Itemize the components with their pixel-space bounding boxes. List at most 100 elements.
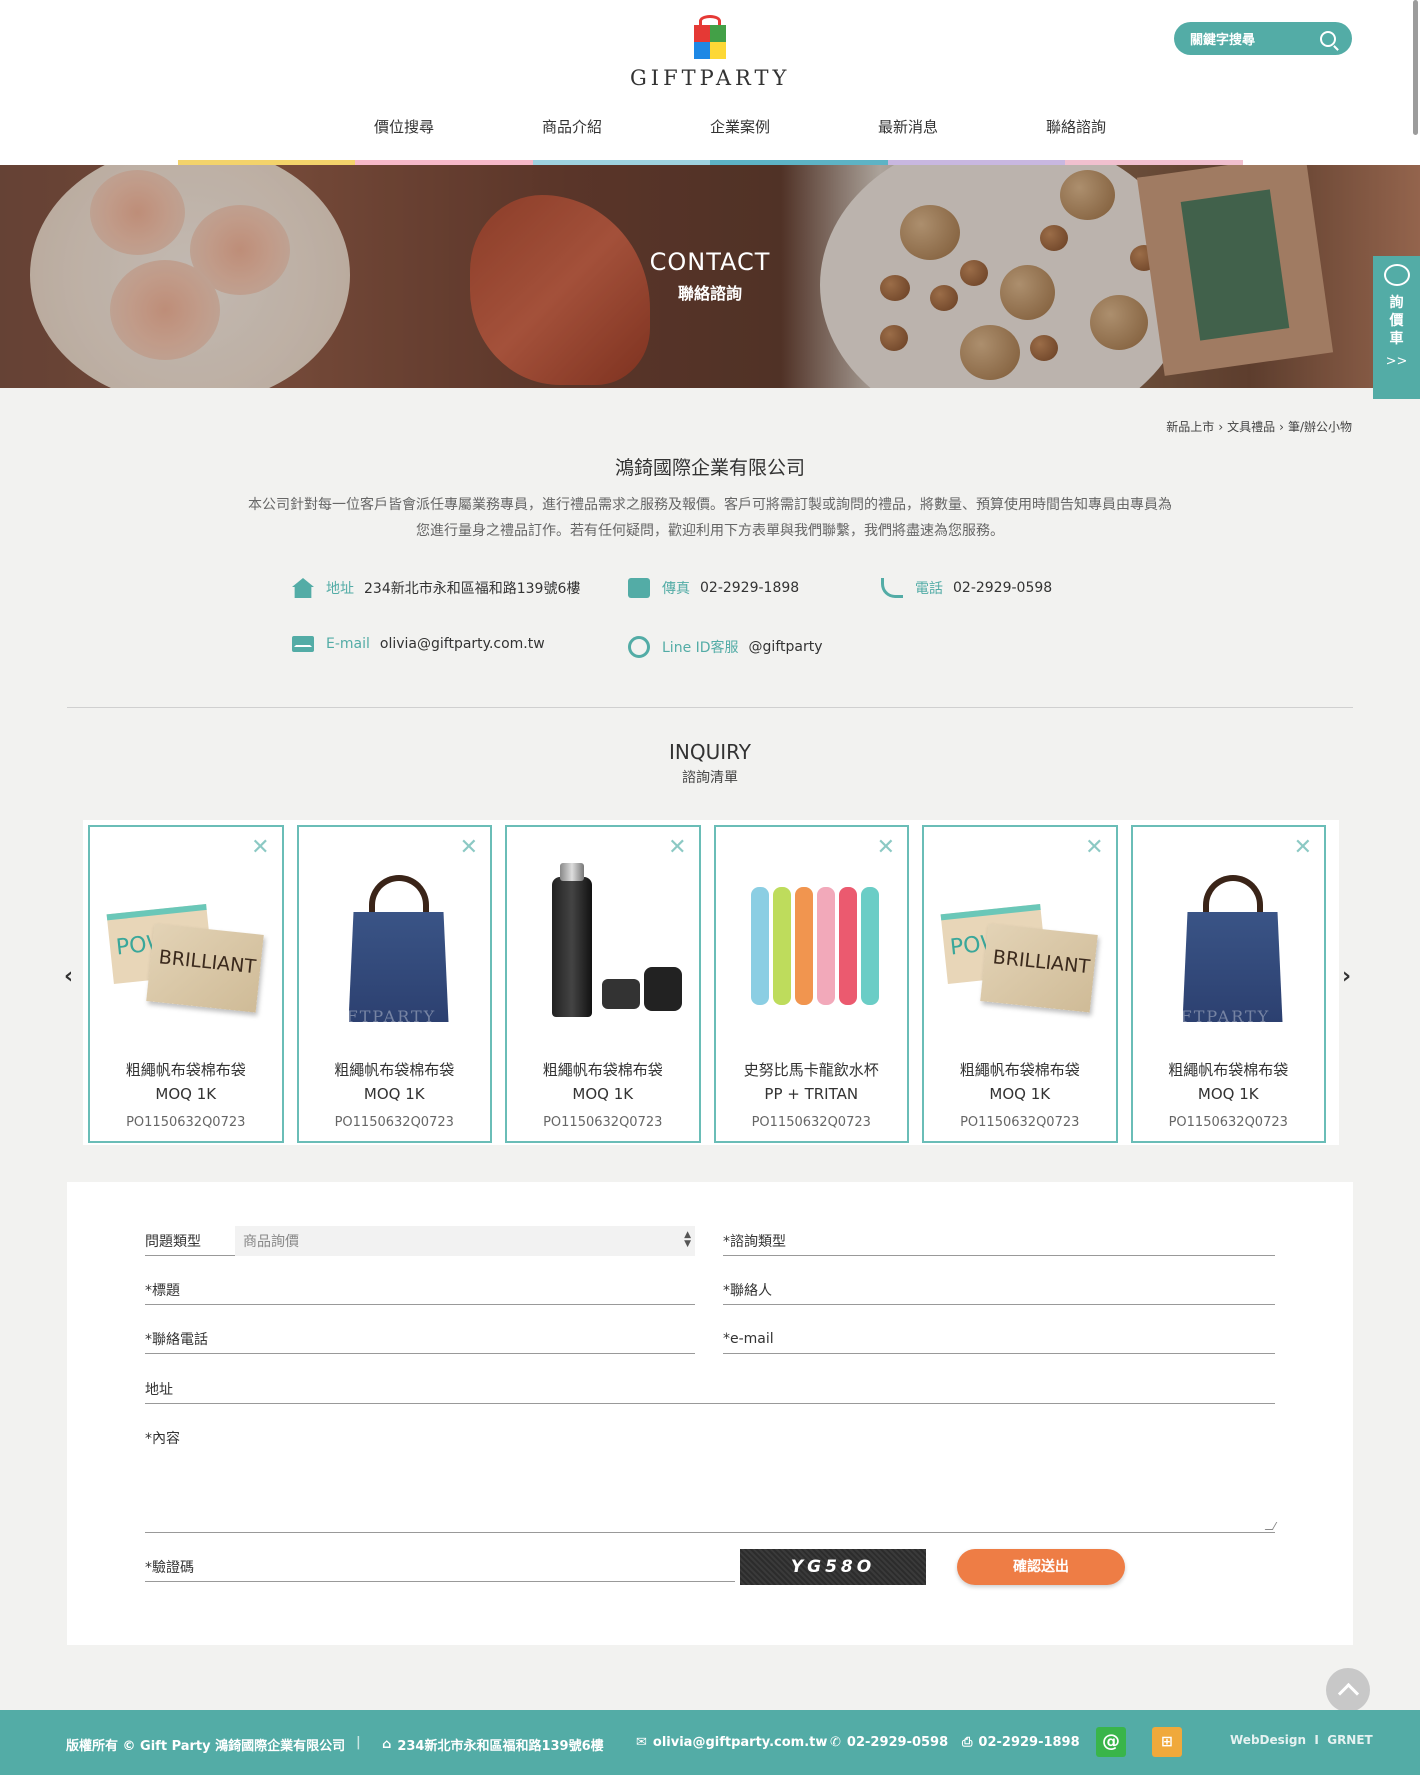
breadcrumb-item[interactable]: 新品上市 <box>1166 420 1214 434</box>
fax-value: 02-2929-1898 <box>700 580 800 596</box>
mail-icon: ✉ <box>636 1735 647 1750</box>
contact-email: E-mail olivia@giftparty.com.tw <box>292 636 545 652</box>
product-moq: MOQ 1K <box>989 1085 1051 1103</box>
page-scrollbar[interactable] <box>1411 0 1420 160</box>
nav-price-search[interactable]: 價位搜尋 <box>320 116 488 137</box>
inquiry-card[interactable]: ✕ 史努比馬卡龍飲水杯 PP + TRITAN PO1150632Q0723 <box>713 825 909 1143</box>
email-field[interactable]: *e-mail <box>723 1324 1275 1354</box>
inquiry-card[interactable]: ✕ POW BRILLIANT 粗繩帆布袋棉布袋 MOQ 1K PO1150632Q072… <box>922 825 1118 1143</box>
credit-separator: I <box>1314 1733 1319 1747</box>
product-name: 粗繩帆布袋棉布袋 <box>1168 1061 1289 1079</box>
product-moq: MOQ 1K <box>363 1085 425 1103</box>
inquiry-type-field[interactable]: *諮詢類型 <box>723 1226 1275 1256</box>
inquiry-card[interactable]: ✕ GIFTPARTY 粗繩帆布袋棉布袋 MOQ 1K PO1150632Q0723 <box>296 825 492 1143</box>
resize-grip-icon[interactable] <box>1264 1522 1278 1530</box>
banner-title: CONTACT 聯絡諮詢 <box>0 248 1420 304</box>
product-image: POW BRILLIANT <box>105 867 268 1027</box>
nav-products[interactable]: 商品介紹 <box>488 116 656 137</box>
product-code: PO1150632Q0723 <box>543 1115 663 1130</box>
chat-bubble-icon <box>1383 264 1410 286</box>
product-image: POW BRILLIANT <box>939 867 1102 1027</box>
title-field[interactable]: *標題 <box>145 1275 695 1305</box>
carousel-prev-arrow-icon[interactable]: ‹ <box>64 964 73 989</box>
logo-text: GIFTPARTY <box>630 66 791 90</box>
pouch-text-front: BRILLIANT <box>157 946 257 979</box>
site-footer: 版權所有 © Gift Party 鴻錡國際企業有限公司 | ⌂ 234新北市永和… <box>0 1710 1420 1775</box>
select-updown-icon: ▲ ▼ <box>684 1230 691 1249</box>
footer-address-text: 234新北市永和區福和路139號6樓 <box>397 1739 604 1754</box>
email-value[interactable]: olivia@giftparty.com.tw <box>380 636 545 652</box>
captcha-field[interactable]: *驗證碼 <box>145 1552 735 1582</box>
contact-person-field[interactable]: *聯絡人 <box>723 1275 1275 1305</box>
footer-email[interactable]: ✉ olivia@giftparty.com.tw <box>636 1735 827 1750</box>
product-name: 粗繩帆布袋棉布袋 <box>959 1061 1080 1079</box>
breadcrumb-item[interactable]: 文具禮品 <box>1227 420 1275 434</box>
inquiry-cart-tab[interactable]: 詢 價 車 >> <box>1373 256 1420 399</box>
product-moq: MOQ 1K <box>1197 1085 1259 1103</box>
product-image <box>731 867 894 1027</box>
search-input[interactable]: 關鍵字搜尋 <box>1174 22 1352 55</box>
email-field-label: *e-mail <box>723 1330 774 1347</box>
site-logo[interactable]: GIFTPARTY <box>630 15 790 90</box>
remove-item-icon[interactable]: ✕ <box>668 837 686 859</box>
content-textarea[interactable]: *內容 <box>145 1422 1278 1533</box>
question-type-value: 商品詢價 <box>243 1234 299 1250</box>
cart-tab-char-3: 車 <box>1389 331 1404 347</box>
breadcrumb-item[interactable]: 筆/辦公小物 <box>1288 420 1352 434</box>
phone-field[interactable]: *聯絡電話 <box>145 1324 695 1354</box>
remove-item-icon[interactable]: ✕ <box>251 837 269 859</box>
nav-cases[interactable]: 企業案例 <box>656 116 824 137</box>
nav-news[interactable]: 最新消息 <box>824 116 992 137</box>
footer-phone: ✆ 02-2929-0598 <box>830 1735 948 1750</box>
address-label: 地址 <box>326 581 354 597</box>
product-image: GIFTPARTY <box>314 867 477 1027</box>
search-icon[interactable] <box>1320 30 1336 47</box>
line-label: Line ID客服 <box>662 640 739 656</box>
question-type-label: 問題類型 <box>145 1233 201 1250</box>
remove-item-icon[interactable]: ✕ <box>1085 837 1103 859</box>
company-name: 鴻錡國際企業有限公司 <box>614 457 805 479</box>
submit-button[interactable]: 確認送出 <box>957 1549 1125 1585</box>
inquiry-card[interactable]: ✕ POW BRILLIANT 粗繩帆布袋棉布袋 MOQ 1K PO1150632Q072… <box>88 825 284 1143</box>
hero-banner: CONTACT 聯絡諮詢 <box>0 165 1420 388</box>
phone-field-label: *聯絡電話 <box>145 1331 208 1348</box>
phone-value: 02-2929-0598 <box>953 580 1053 596</box>
footer-credit[interactable]: WebDesign I GRNET <box>1230 1733 1373 1747</box>
home-icon: ⌂ <box>382 1737 392 1752</box>
cart-expand-arrow: >> <box>1385 354 1408 369</box>
contact-fax: 傳真 02-2929-1898 <box>628 578 799 598</box>
inquiry-card[interactable]: ✕ 粗繩帆布袋棉布袋 MOQ 1K PO1150632Q0723 <box>505 825 701 1143</box>
product-moq: PP + TRITAN <box>764 1085 859 1103</box>
inquiry-form: 問題類型 商品詢價 ▲ ▼ *諮詢類型 *標題 *聯絡人 *聯絡電話 *e-mai… <box>67 1182 1353 1645</box>
question-type-select[interactable]: 商品詢價 ▲ ▼ <box>235 1226 695 1256</box>
product-name: 粗繩帆布袋棉布袋 <box>334 1061 455 1079</box>
address-value: 234新北市永和區福和路139號6樓 <box>364 581 581 597</box>
inquiry-card[interactable]: ✕ GIFTPARTY 粗繩帆布袋棉布袋 MOQ 1K PO1150632Q0723 <box>1130 825 1326 1143</box>
back-to-top-button[interactable] <box>1326 1668 1370 1712</box>
footer-separator: | <box>356 1735 361 1750</box>
phone-icon <box>881 578 903 598</box>
contact-phone: 電話 02-2929-0598 <box>881 578 1052 598</box>
line-value: @giftparty <box>748 639 823 655</box>
title-label: *標題 <box>145 1282 180 1299</box>
gift-logo-icon <box>694 15 726 60</box>
captcha-image: YG58O <box>740 1549 926 1585</box>
phone-icon: ✆ <box>830 1735 841 1750</box>
intro-line: 您進行量身之禮品訂作。若有任何疑問，歡迎利用下方表單與我們聯繫，我們將盡速為您服… <box>416 523 1004 539</box>
remove-item-icon[interactable]: ✕ <box>460 837 478 859</box>
main-nav: 價位搜尋 商品介紹 企業案例 最新消息 聯絡諮詢 <box>320 116 1160 137</box>
carousel-next-arrow-icon[interactable]: › <box>1342 964 1351 989</box>
fax-icon: ⎙ <box>962 1735 973 1750</box>
remove-item-icon[interactable]: ✕ <box>877 837 895 859</box>
sitemap-icon[interactable]: ⊞ <box>1152 1727 1182 1757</box>
product-name: 史努比馬卡龍飲水杯 <box>743 1061 879 1079</box>
product-image <box>522 863 685 1027</box>
section-divider <box>67 707 1353 708</box>
remove-item-icon[interactable]: ✕ <box>1294 837 1312 859</box>
line-icon[interactable]: @ <box>1096 1727 1126 1757</box>
product-code: PO1150632Q0723 <box>126 1115 246 1130</box>
contact-address: 地址 234新北市永和區福和路139號6樓 <box>292 578 580 598</box>
nav-contact[interactable]: 聯絡諮詢 <box>992 116 1160 137</box>
intro-line: 本公司針對每一位客戶皆會派任專屬業務專員，進行禮品需求之服務及報價。客戶可將需訂… <box>248 497 1172 513</box>
address-field[interactable]: 地址 <box>145 1374 1275 1404</box>
